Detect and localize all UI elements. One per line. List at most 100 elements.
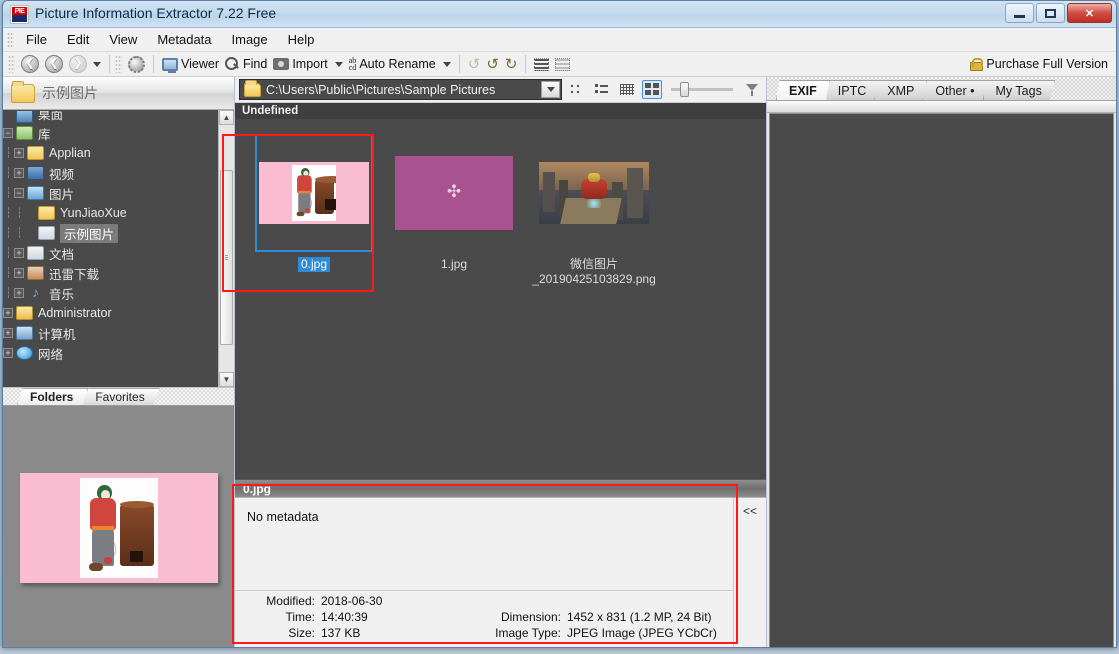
fact-key: Modified: <box>235 594 321 608</box>
thumbnail-browser[interactable]: 0.jpg ✣ 1.jpg <box>235 119 766 479</box>
thumbnail-item[interactable]: ✣ 1.jpg <box>393 134 515 272</box>
rotate-left-button[interactable]: ↺ <box>483 54 502 75</box>
expand-icon[interactable]: + <box>3 328 13 338</box>
find-label: Find <box>243 57 267 71</box>
view-rows-button[interactable] <box>617 80 637 99</box>
rotate-right-button[interactable]: ↻ <box>502 54 521 75</box>
scroll-down-button[interactable]: ▼ <box>219 372 234 387</box>
menu-view[interactable]: View <box>99 29 147 50</box>
tree-item[interactable]: +Administrator <box>3 303 218 323</box>
tree-item[interactable]: ┆+文档 <box>3 243 218 263</box>
thumbnail-image-1[interactable]: ✣ <box>395 134 513 252</box>
view-list-button[interactable] <box>592 80 612 99</box>
minimize-button[interactable] <box>1005 3 1034 23</box>
tree-item[interactable]: ┆+Applian <box>3 143 218 163</box>
thumbnail-caption-2[interactable]: 微信图片_20190425103829.png <box>532 257 655 287</box>
history-dropdown-button[interactable] <box>90 54 104 75</box>
scroll-up-button[interactable]: ▲ <box>219 110 234 125</box>
folder-tree-container: 桌面−库┆+Applian┆+视频┆−图片┆┆YunJiaoXue┆┆示例图片┆… <box>3 110 234 387</box>
thumbnail-caption-1[interactable]: 1.jpg <box>441 257 467 272</box>
tree-item[interactable]: ┆−图片 <box>3 183 218 203</box>
metadata-collapse-button[interactable]: << <box>733 498 766 648</box>
fact-spacer <box>481 594 717 608</box>
expand-icon[interactable]: + <box>14 268 24 278</box>
camera-icon <box>273 58 289 70</box>
close-button[interactable]: ✕ <box>1067 3 1112 23</box>
scrollbar-thumb[interactable] <box>220 170 233 345</box>
tab-folders[interactable]: Folders <box>17 388 88 405</box>
expand-icon[interactable]: + <box>3 308 13 318</box>
batch-button[interactable] <box>531 54 552 75</box>
expand-icon[interactable]: + <box>3 348 13 358</box>
batch-light-button[interactable] <box>552 54 573 75</box>
settings-button[interactable] <box>125 54 148 75</box>
tab-my-tags[interactable]: My Tags <box>983 80 1055 100</box>
expand-icon[interactable]: + <box>14 168 24 178</box>
forward-button[interactable]: ❯ <box>66 54 90 75</box>
search-icon <box>225 57 240 72</box>
tab-xmp[interactable]: XMP <box>874 80 927 100</box>
tree-item-label: 库 <box>38 124 51 143</box>
auto-rename-button[interactable]: abcd Auto Rename <box>346 54 454 75</box>
tree-item[interactable]: 桌面 <box>3 111 218 123</box>
right-panel: EXIF IPTC XMP Other • My Tags <box>766 77 1116 648</box>
thumbnail-item[interactable]: 0.jpg <box>253 134 375 272</box>
pie-logo-icon: PIE <box>10 5 29 24</box>
expand-icon[interactable]: + <box>14 288 24 298</box>
menu-metadata[interactable]: Metadata <box>147 29 221 50</box>
purchase-full-version-button[interactable]: Purchase Full Version <box>970 57 1108 71</box>
tree-item[interactable]: ┆+♪音乐 <box>3 283 218 303</box>
view-tiles-button[interactable] <box>642 80 662 99</box>
metadata-empty-text: No metadata <box>235 498 733 591</box>
view-details-button[interactable] <box>567 80 587 99</box>
slider-knob[interactable] <box>680 82 689 97</box>
collapse-icon[interactable]: − <box>3 128 13 138</box>
tab-iptc[interactable]: IPTC <box>825 80 879 100</box>
tree-item[interactable]: ┆+迅雷下载 <box>3 263 218 283</box>
tree-item[interactable]: ┆+视频 <box>3 163 218 183</box>
menu-edit[interactable]: Edit <box>57 29 99 50</box>
find-button[interactable]: Find <box>222 54 270 75</box>
thumbnail-item[interactable]: 微信图片_20190425103829.png <box>533 134 655 287</box>
tab-other[interactable]: Other • <box>922 80 987 100</box>
import-chevron-down-icon[interactable] <box>335 62 343 67</box>
tab-exif[interactable]: EXIF <box>776 80 830 100</box>
back-button[interactable]: ❮ <box>18 54 42 75</box>
collapse-icon[interactable]: − <box>14 188 24 198</box>
thumbnail-image-2[interactable] <box>535 134 653 252</box>
auto-rename-chevron-down-icon[interactable] <box>443 62 451 67</box>
thumbnail-caption-0[interactable]: 0.jpg <box>298 257 330 272</box>
menu-help[interactable]: Help <box>278 29 325 50</box>
tree-item[interactable]: ┆┆示例图片 <box>3 223 218 243</box>
preview-image <box>20 473 218 583</box>
expand-icon[interactable]: + <box>14 248 24 258</box>
folder-tree[interactable]: 桌面−库┆+Applian┆+视频┆−图片┆┆YunJiaoXue┆┆示例图片┆… <box>3 110 218 387</box>
fact-key: Size: <box>235 626 321 640</box>
tab-favorites[interactable]: Favorites <box>82 388 159 405</box>
fact-time: Time:14:40:39 <box>235 610 481 624</box>
metadata-content-area[interactable] <box>769 113 1114 648</box>
thumbnail-image-0[interactable] <box>255 134 373 252</box>
tree-item[interactable]: ┆┆YunJiaoXue <box>3 203 218 223</box>
tree-scrollbar[interactable]: ▲ ▼ <box>218 110 234 387</box>
tree-item[interactable]: +网络 <box>3 343 218 363</box>
filter-button[interactable] <box>742 80 762 99</box>
path-dropdown-button[interactable] <box>541 81 560 98</box>
expand-icon[interactable]: + <box>14 148 24 158</box>
import-button[interactable]: Import <box>270 54 345 75</box>
menu-file[interactable]: File <box>16 29 57 50</box>
maximize-button[interactable] <box>1036 3 1065 23</box>
up-button[interactable]: ❮ <box>42 54 66 75</box>
fact-size: Size:137 KB <box>235 626 481 640</box>
refresh-button[interactable]: ↺ <box>465 54 484 75</box>
tree-item[interactable]: +计算机 <box>3 323 218 343</box>
tree-item[interactable]: −库 <box>3 123 218 143</box>
thumbnail-size-slider[interactable] <box>671 88 733 91</box>
abcd-icon: abcd <box>349 57 357 71</box>
path-input[interactable]: C:\Users\Public\Pictures\Sample Pictures <box>239 79 562 100</box>
viewer-button[interactable]: Viewer <box>159 54 222 75</box>
file-facts: Modified:2018-06-30 Time:14:40:39 Size:1… <box>235 591 733 648</box>
menu-image[interactable]: Image <box>222 29 278 50</box>
folder-icon <box>38 206 55 220</box>
window-title: Picture Information Extractor 7.22 Free <box>35 5 276 21</box>
